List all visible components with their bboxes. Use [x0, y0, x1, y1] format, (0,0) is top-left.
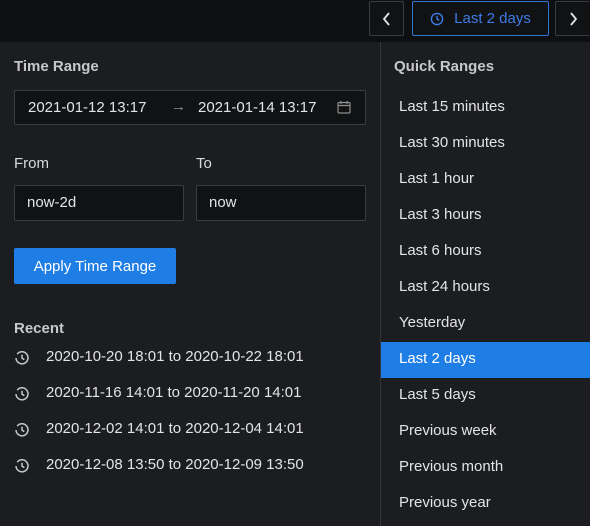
quick-range-item[interactable]: Last 5 days	[381, 378, 590, 414]
time-range-title: Time Range	[14, 58, 99, 75]
quick-ranges-panel: Quick Ranges Last 15 minutes Last 30 min…	[380, 42, 590, 526]
range-start: 2021-01-12 13:17	[28, 99, 147, 116]
time-range-picker-button[interactable]: Last 2 days	[412, 1, 549, 36]
quick-range-item[interactable]: Last 6 hours	[381, 234, 590, 270]
time-range-panel: Time Range 2021-01-12 13:17 → 2021-01-14…	[0, 42, 380, 526]
chevron-left-icon	[382, 11, 390, 26]
apply-time-range-button[interactable]: Apply Time Range	[14, 248, 176, 284]
calendar-icon[interactable]	[337, 100, 351, 114]
absolute-range-input[interactable]: 2021-01-12 13:17 → 2021-01-14 13:17	[14, 90, 366, 125]
from-label: From	[14, 155, 49, 172]
chevron-right-icon	[570, 11, 578, 26]
quick-range-item[interactable]: Previous month	[381, 450, 590, 486]
recent-range-label: 2020-12-02 14:01 to 2020-12-04 14:01	[46, 420, 304, 437]
quick-range-item[interactable]: Last 3 hours	[381, 198, 590, 234]
recent-title: Recent	[14, 320, 65, 337]
history-icon	[15, 387, 29, 401]
previous-range-button[interactable]	[369, 1, 404, 36]
recent-range-label: 2020-11-16 14:01 to 2020-11-20 14:01	[46, 384, 302, 401]
quick-ranges-title: Quick Ranges	[394, 58, 495, 75]
clock-icon	[430, 12, 444, 25]
next-range-button[interactable]	[555, 1, 590, 36]
recent-range-label: 2020-12-08 13:50 to 2020-12-09 13:50	[46, 456, 304, 473]
quick-range-item[interactable]: Previous week	[381, 414, 590, 450]
to-input[interactable]: now	[196, 185, 366, 221]
quick-range-item-selected[interactable]: Last 2 days	[381, 342, 590, 378]
time-picker-toolbar: Last 2 days	[0, 0, 590, 42]
history-icon	[15, 423, 29, 437]
to-label: To	[196, 155, 212, 172]
quick-range-item[interactable]: Last 30 minutes	[381, 126, 590, 162]
from-input[interactable]: now-2d	[14, 185, 184, 221]
range-end: 2021-01-14 13:17	[198, 99, 317, 116]
history-icon	[15, 459, 29, 473]
quick-range-item[interactable]: Previous year	[381, 486, 590, 522]
range-arrow: →	[171, 98, 186, 115]
quick-range-item[interactable]: Yesterday	[381, 306, 590, 342]
quick-range-item[interactable]: Last 24 hours	[381, 270, 590, 306]
time-range-picker-label: Last 2 days	[454, 10, 531, 27]
quick-range-item[interactable]: Last 1 hour	[381, 162, 590, 198]
recent-range-label: 2020-10-20 18:01 to 2020-10-22 18:01	[46, 348, 304, 365]
history-icon	[15, 351, 29, 365]
quick-range-item[interactable]: Last 15 minutes	[381, 90, 590, 126]
